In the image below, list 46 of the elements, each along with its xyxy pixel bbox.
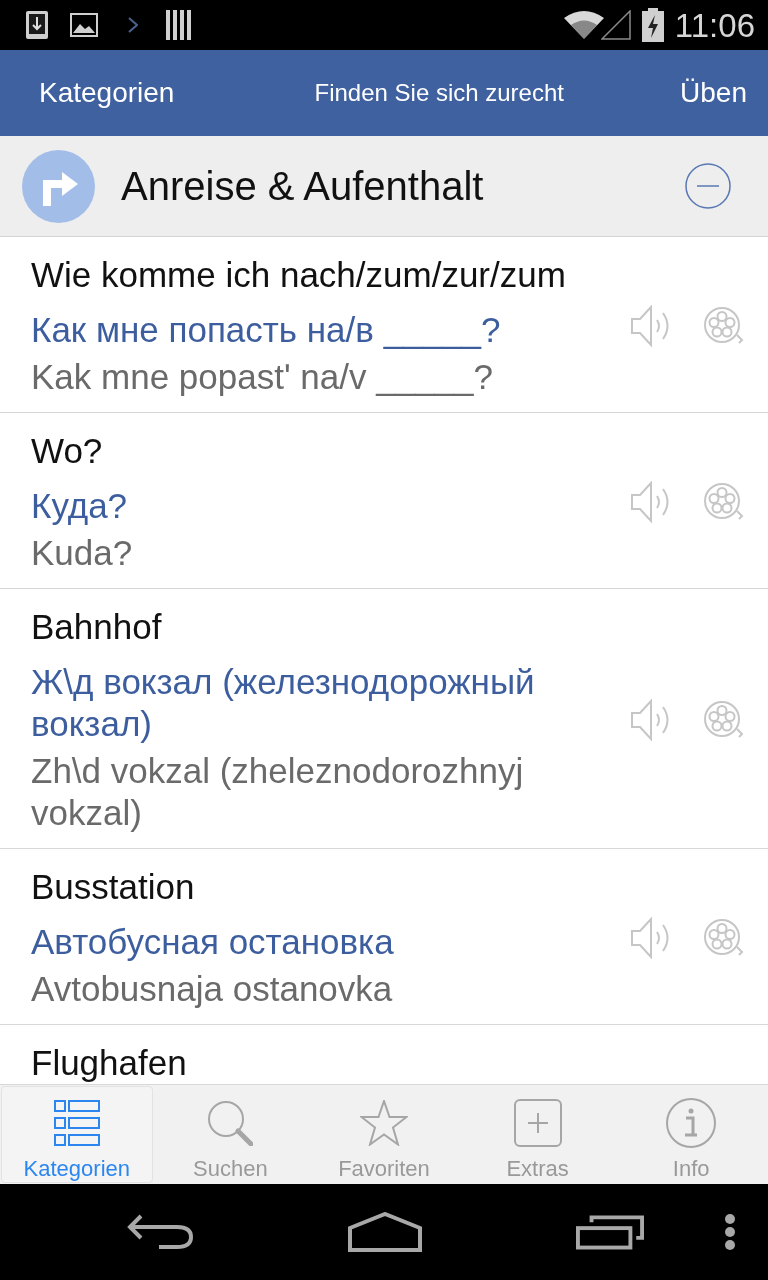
image-icon	[70, 13, 98, 37]
phrase-row[interactable]: Busstation Автобусная остановка Avtobusnaja ostanovka	[0, 849, 768, 1025]
search-icon	[207, 1100, 254, 1146]
signal-icon	[600, 10, 631, 40]
section-title: Anreise & Aufenthalt	[121, 163, 485, 210]
star-icon	[360, 1100, 408, 1146]
collapse-icon[interactable]	[685, 163, 731, 209]
german-phrase: Bahnhof	[31, 606, 163, 648]
menu-icon[interactable]	[724, 1213, 736, 1251]
transliteration: Kuda?	[31, 532, 134, 574]
german-phrase: Busstation	[31, 866, 196, 908]
russian-phrase: Как мне попасть на/в _____?	[31, 309, 502, 351]
tab[interactable]: Kategorien	[1, 1086, 153, 1183]
info-icon	[666, 1098, 717, 1148]
plus-icon	[513, 1099, 562, 1147]
phrase-row[interactable]: Wo? Куда? Kuda?	[0, 413, 768, 589]
battery-icon	[641, 8, 664, 42]
phrase-row[interactable]: Wie komme ich nach/zum/zur/zum Как мне попасть на/в _____? Kak mne popastʹ na/v _____?	[0, 237, 768, 413]
list-icon	[53, 1100, 100, 1146]
film-reel-icon[interactable]	[704, 919, 744, 957]
transliteration: Kak mne popastʹ na/v _____?	[31, 356, 494, 398]
transliteration: Zh\d vokzal (zheleznodorozhnyj vokzal)	[31, 750, 525, 834]
german-phrase: Wie komme ich nach/zum/zur/zum	[31, 254, 567, 296]
german-phrase: Flughafen	[31, 1042, 188, 1084]
transliteration: Avtobusnaja ostanovka	[31, 968, 394, 1010]
home-icon[interactable]	[348, 1212, 422, 1252]
phrase-row[interactable]: Bahnhof Ж\д вокзал (железнодорожный вокзал) Zh\d vokzal (zheleznodorozhnyj vokzal)	[0, 589, 768, 849]
russian-phrase: Ж\д вокзал (железнодорожный вокзал)	[31, 661, 536, 745]
film-reel-icon[interactable]	[704, 307, 744, 345]
practice-button[interactable]: Üben	[680, 62, 747, 124]
russian-phrase: Автобусная остановка	[31, 921, 395, 963]
phrase-row[interactable]: Flughafen	[0, 1025, 768, 1084]
film-reel-icon[interactable]	[704, 483, 744, 521]
categories-button[interactable]: Kategorien	[21, 62, 193, 124]
chevron-icon	[128, 17, 138, 33]
nav-title: Finden Sie sich zurecht	[314, 78, 564, 108]
german-phrase: Wo?	[31, 430, 104, 472]
bars-icon	[166, 10, 192, 40]
section-header[interactable]: Anreise & Aufenthalt	[0, 136, 768, 237]
download-icon	[25, 10, 49, 40]
wifi-icon	[563, 10, 604, 40]
status-time: 11:06	[674, 8, 755, 42]
back-icon[interactable]	[127, 1214, 195, 1250]
recent-apps-icon[interactable]	[576, 1214, 644, 1250]
russian-phrase: Куда?	[31, 485, 129, 527]
film-reel-icon[interactable]	[704, 701, 744, 739]
